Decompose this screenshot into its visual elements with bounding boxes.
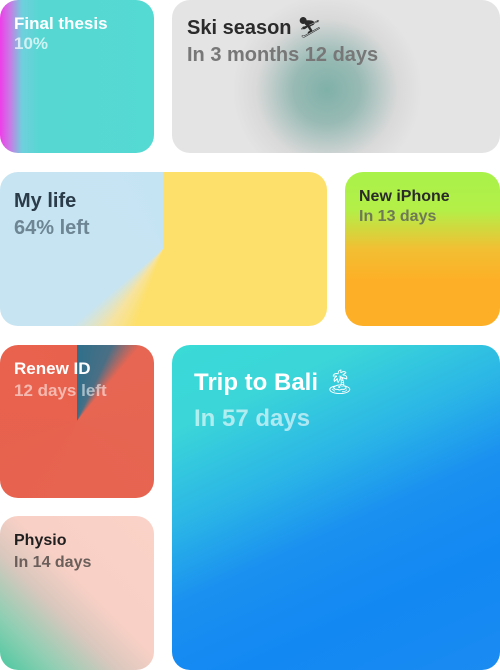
tile-title-text: Trip to Bali	[194, 369, 319, 396]
tile-text: New iPhone In 13 days	[359, 188, 490, 227]
tile-text: Renew ID 12 days left	[14, 359, 144, 400]
tile-text: Ski season ⛷ In 3 months 12 days	[187, 16, 490, 67]
tile-text: Physio In 14 days	[14, 532, 144, 573]
tile-title: Ski season ⛷	[187, 16, 490, 40]
tile-renew-id[interactable]: Renew ID 12 days left	[0, 345, 154, 498]
tile-subtitle: In 57 days	[194, 404, 311, 432]
tile-subtitle: In 13 days	[359, 208, 437, 226]
tile-title: My life	[14, 190, 77, 212]
tile-subtitle: 64% left	[14, 217, 90, 239]
countdown-board: Final thesis 10% Ski season ⛷ In 3 month…	[0, 0, 500, 670]
tile-final-thesis[interactable]: Final thesis 10%	[0, 0, 154, 153]
skier-icon: ⛷	[297, 15, 323, 39]
tile-subtitle: In 14 days	[14, 554, 92, 572]
tile-new-iphone[interactable]: New iPhone In 13 days	[345, 172, 500, 326]
tile-title-text: Ski season	[187, 17, 292, 39]
island-icon: 🏝	[324, 368, 356, 396]
tile-physio[interactable]: Physio In 14 days	[0, 516, 154, 670]
tile-subtitle: In 3 months 12 days	[187, 44, 379, 66]
tile-subtitle: 12 days left	[14, 380, 107, 400]
tile-ski-season[interactable]: Ski season ⛷ In 3 months 12 days	[172, 0, 500, 153]
tile-title: Final thesis	[14, 14, 108, 33]
tile-title: New iPhone	[359, 188, 450, 205]
tile-title: Physio	[14, 532, 67, 549]
tile-title: Trip to Bali 🏝	[194, 368, 490, 397]
tile-text: Trip to Bali 🏝 In 57 days	[194, 368, 490, 432]
tile-title: Renew ID	[14, 359, 91, 378]
tile-subtitle: 10%	[14, 33, 49, 53]
tile-text: My life 64% left	[14, 190, 317, 240]
tile-text: Final thesis 10%	[14, 14, 144, 53]
tile-trip-to-bali[interactable]: Trip to Bali 🏝 In 57 days	[172, 345, 500, 670]
tile-my-life[interactable]: My life 64% left	[0, 172, 327, 326]
